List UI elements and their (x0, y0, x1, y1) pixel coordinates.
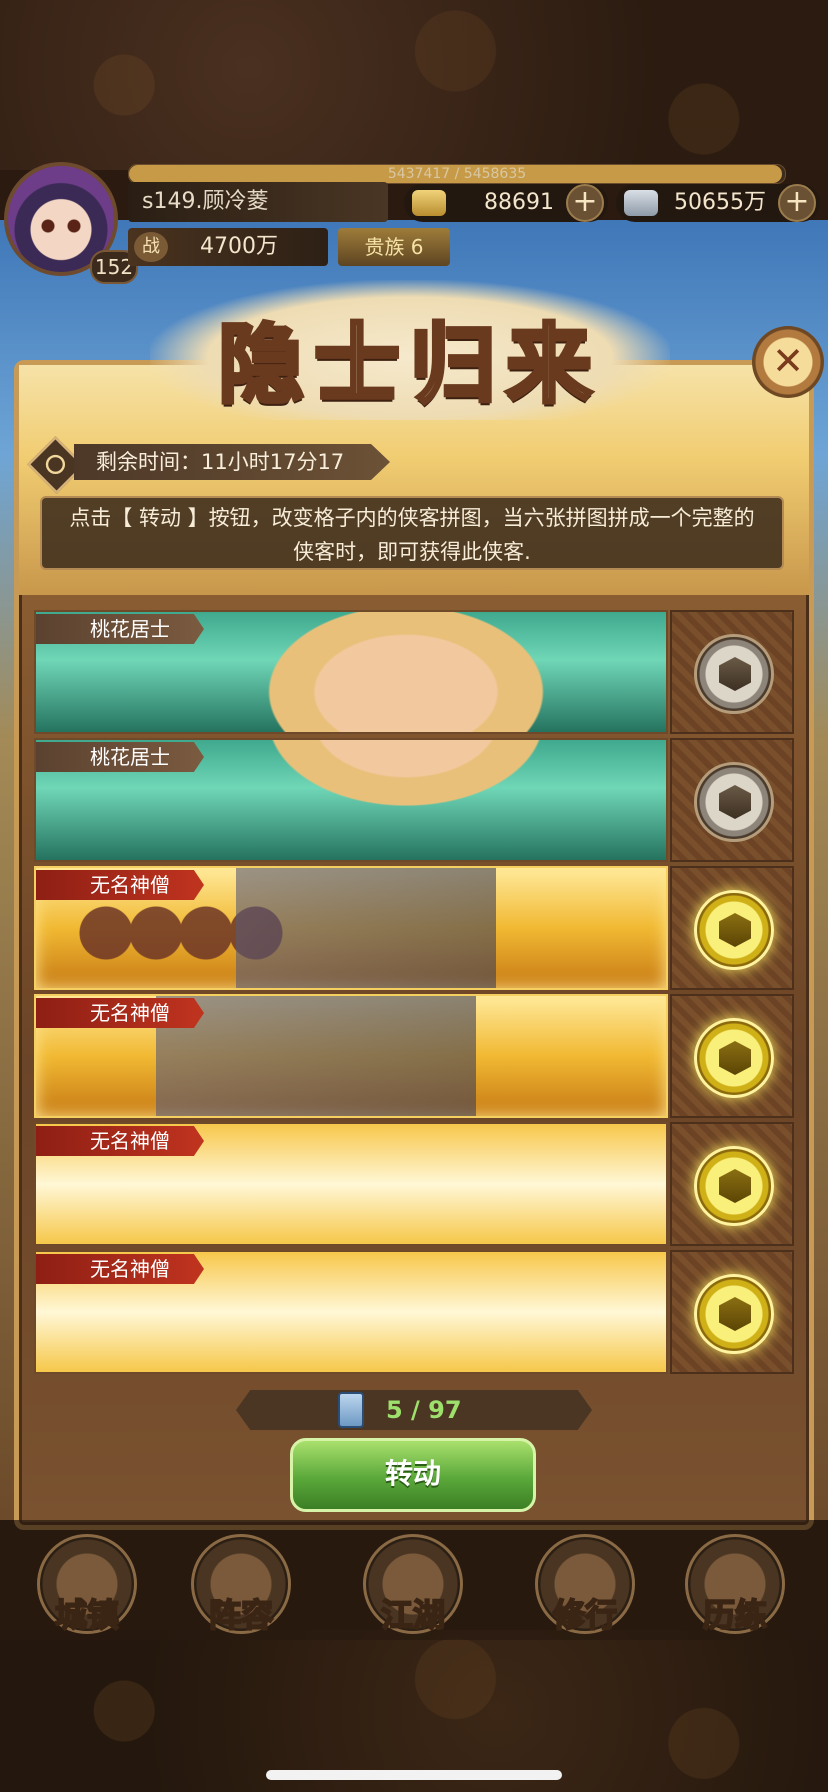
gold-value: 88691 (484, 190, 554, 215)
scroll-icon (338, 1392, 364, 1428)
puzzle-tile: 无名神僧 (34, 994, 668, 1118)
event-description: 点击【 转动 】按钮，改变格子内的侠客拼图，当六张拼图拼成一个完整的侠客时，即可… (40, 496, 784, 570)
nav-lineup[interactable]: 阵容 (186, 1534, 296, 1635)
noble-badge[interactable]: 贵族 6 (338, 228, 450, 266)
puzzle-grid: 桃花居士 桃花居士 无名神僧 无名神僧 无名神僧 无名神僧 (34, 610, 794, 1386)
tile-label: 桃花居士 (36, 614, 204, 644)
rotate-tile-button[interactable] (694, 1018, 774, 1098)
puzzle-tile: 无名神僧 (34, 1250, 668, 1374)
slot-panel (670, 610, 794, 734)
tile-label: 无名神僧 (36, 998, 204, 1028)
slot-panel (670, 994, 794, 1118)
hermit-portrait (246, 740, 566, 820)
slot-panel (670, 1250, 794, 1374)
puzzle-tile: 桃花居士 (34, 610, 668, 734)
player-hud: 5437417 / 5458635 152 s149.顾冷菱 88691 + 5… (0, 160, 828, 284)
puzzle-row: 无名神僧 (34, 1122, 794, 1248)
puzzle-row: 无名神僧 (34, 866, 794, 992)
top-background (0, 0, 828, 170)
spin-button[interactable]: 转动 (290, 1438, 536, 1512)
cube-icon (719, 1169, 751, 1203)
nav-label: 历练 (702, 1595, 768, 1635)
cube-icon (719, 1041, 751, 1075)
puzzle-tile: 无名神僧 (34, 1122, 668, 1246)
tile-label: 无名神僧 (36, 1254, 204, 1284)
nav-cultivation[interactable]: 修行 (530, 1534, 640, 1635)
rotate-tile-button[interactable] (694, 1274, 774, 1354)
rotate-tile-button[interactable] (694, 634, 774, 714)
combat-power: 战 4700万 (128, 228, 328, 266)
bottom-nav: 城镇 阵容 江湖 修行 历练 (0, 1520, 828, 1640)
puzzle-row: 桃花居士 (34, 610, 794, 736)
puzzle-row: 无名神僧 (34, 994, 794, 1120)
silver-value: 50655万 (674, 190, 766, 215)
title-banner: 隐士归来 (150, 280, 670, 420)
cube-icon (719, 785, 751, 819)
spin-counter: 5 / 97 (236, 1390, 592, 1430)
puzzle-tile: 无名神僧 (34, 866, 668, 990)
exp-text: 5437417 / 5458635 (387, 166, 527, 182)
event-title: 隐士归来 (216, 312, 602, 417)
cube-icon (719, 913, 751, 947)
puzzle-row: 桃花居士 (34, 738, 794, 864)
cube-icon (719, 1297, 751, 1331)
monk-robe (236, 868, 496, 988)
puzzle-row: 无名神僧 (34, 1250, 794, 1376)
slot-panel (670, 866, 794, 990)
power-value: 4700万 (200, 234, 278, 259)
close-button[interactable]: ✕ (752, 326, 824, 398)
timer: 剩余时间：11小时17分17秒 (27, 436, 390, 494)
add-silver-button[interactable]: + (778, 184, 816, 222)
silver-counter: 50655万 + (616, 184, 820, 222)
puzzle-tile: 桃花居士 (34, 738, 668, 862)
rotate-tile-button[interactable] (694, 890, 774, 970)
nav-training[interactable]: 历练 (680, 1534, 790, 1635)
monk-robe (156, 996, 476, 1116)
gold-ingot-icon (412, 190, 446, 216)
gold-counter: 88691 + (404, 184, 608, 222)
counter-text: 5 / 97 (386, 1396, 462, 1424)
add-gold-button[interactable]: + (566, 184, 604, 222)
nav-label: 阵容 (208, 1595, 274, 1635)
silver-ingot-icon (624, 190, 658, 216)
nav-label: 江湖 (380, 1595, 446, 1635)
tile-label: 无名神僧 (36, 1126, 204, 1156)
player-name: s149.顾冷菱 (128, 182, 388, 222)
nav-town[interactable]: 城镇 (32, 1534, 142, 1635)
nav-label: 修行 (552, 1595, 618, 1635)
cube-icon (719, 657, 751, 691)
tile-label: 无名神僧 (36, 870, 204, 900)
nav-jianghu[interactable]: 江湖 (358, 1534, 468, 1635)
timer-text: 剩余时间：11小时17分17秒 (74, 444, 390, 480)
battle-icon: 战 (134, 232, 168, 262)
rotate-tile-button[interactable] (694, 1146, 774, 1226)
home-indicator[interactable] (266, 1770, 562, 1780)
bottom-background (0, 1630, 828, 1792)
rotate-tile-button[interactable] (694, 762, 774, 842)
exp-bar: 5437417 / 5458635 (128, 164, 786, 184)
slot-panel (670, 1122, 794, 1246)
tile-label: 桃花居士 (36, 742, 204, 772)
slot-panel (670, 738, 794, 862)
nav-label: 城镇 (54, 1595, 120, 1635)
close-icon: ✕ (772, 339, 804, 383)
hermit-portrait (246, 612, 566, 732)
